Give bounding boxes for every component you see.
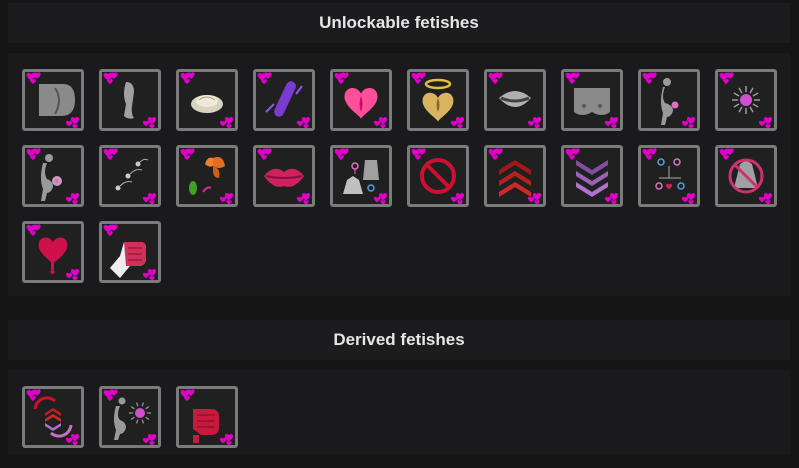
no-dress-icon (719, 148, 773, 204)
fetish-tile[interactable] (99, 145, 161, 207)
fetish-tile[interactable] (407, 145, 469, 207)
switch-chevrons-icon (26, 389, 80, 445)
leg-icon (103, 72, 157, 128)
lips-icon (257, 148, 311, 204)
fetish-tile[interactable] (484, 69, 546, 131)
pregnancy-egg-icon (26, 148, 80, 204)
divider (8, 360, 790, 370)
fetish-tile[interactable] (99, 386, 161, 448)
breasts-icon (565, 72, 619, 128)
fetish-tile[interactable] (176, 386, 238, 448)
fetish-tile[interactable] (22, 386, 84, 448)
gender-tree-icon (642, 148, 696, 204)
bleeding-fist-icon (180, 389, 234, 445)
divider (8, 43, 790, 53)
sperm-icon (103, 148, 157, 204)
halo-crotch-icon (411, 72, 465, 128)
unlockable-section: Unlockable fetishes (8, 3, 790, 296)
fetish-tile[interactable] (22, 69, 84, 131)
pregnant-starburst-icon (103, 389, 157, 445)
fetish-tile[interactable] (253, 145, 315, 207)
butterfly-cocoon-icon (180, 148, 234, 204)
derived-grid (8, 370, 790, 455)
mouth-icon (488, 72, 542, 128)
fetish-tile[interactable] (407, 69, 469, 131)
starburst-icon (719, 72, 773, 128)
fetish-tile[interactable] (638, 69, 700, 131)
fist-icon (103, 224, 157, 280)
fetish-tile[interactable] (561, 145, 623, 207)
fetish-tile[interactable] (22, 145, 84, 207)
pregnant-silhouette-icon (642, 72, 696, 128)
fetish-tile[interactable] (330, 145, 392, 207)
vibrator-icon (257, 72, 311, 128)
fetish-tile[interactable] (715, 145, 777, 207)
bleeding-heart-icon (26, 224, 80, 280)
rear-icon (26, 72, 80, 128)
heart-crotch-icon (334, 72, 388, 128)
fetish-tile[interactable] (176, 69, 238, 131)
fetish-tile[interactable] (561, 69, 623, 131)
fetish-tile[interactable] (330, 69, 392, 131)
derived-section: Derived fetishes (8, 320, 790, 455)
fetish-tile[interactable] (99, 69, 161, 131)
derived-title: Derived fetishes (333, 330, 465, 349)
crossdress-icon (334, 148, 388, 204)
fetish-tile[interactable] (176, 145, 238, 207)
chevrons-up-icon (488, 148, 542, 204)
fetish-tile[interactable] (22, 221, 84, 283)
dish-icon (180, 72, 234, 128)
fetish-tile[interactable] (99, 221, 161, 283)
fetish-tile[interactable] (484, 145, 546, 207)
fetish-tile[interactable] (715, 69, 777, 131)
fetish-tile[interactable] (253, 69, 315, 131)
fetish-tile[interactable] (638, 145, 700, 207)
unlockable-title: Unlockable fetishes (319, 13, 479, 32)
unlockable-grid (8, 53, 790, 296)
chevrons-down-icon (565, 148, 619, 204)
prohibited-icon (411, 148, 465, 204)
